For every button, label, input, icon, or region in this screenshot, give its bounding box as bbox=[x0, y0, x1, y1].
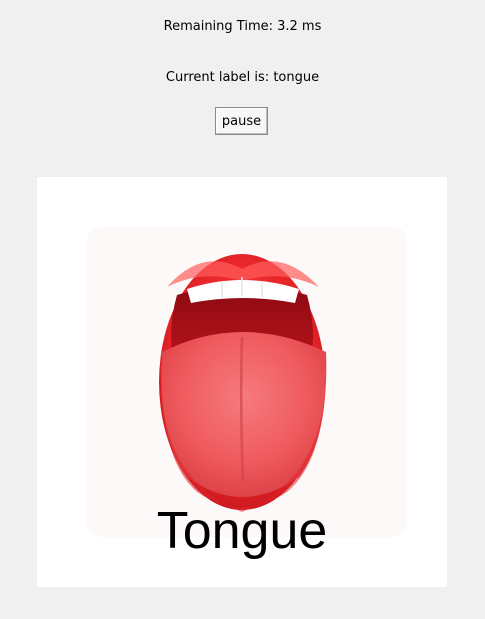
remaining-time-label: Remaining Time: 3.2 ms bbox=[163, 19, 322, 34]
pause-button[interactable]: pause bbox=[215, 107, 268, 135]
flashcard-image: Tongue bbox=[37, 177, 447, 587]
app-window: Remaining Time: 3.2 ms Current label is:… bbox=[0, 0, 485, 619]
current-label-text: Current label is: tongue bbox=[165, 70, 320, 85]
tongue-caption: Tongue bbox=[156, 502, 328, 560]
